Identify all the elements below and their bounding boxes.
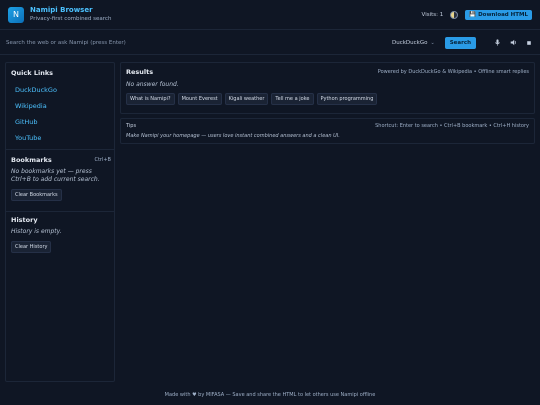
stop-icon[interactable] <box>524 38 534 48</box>
suggestion-chip[interactable]: Tell me a joke <box>271 93 314 105</box>
quick-link-wikipedia[interactable]: Wikipedia <box>11 102 111 110</box>
results-panel: Results Powered by DuckDuckGo & Wikipedi… <box>120 62 535 114</box>
sidebar: Quick Links DuckDuckGo Wikipedia GitHub … <box>5 62 115 382</box>
main-content: Results Powered by DuckDuckGo & Wikipedi… <box>120 62 535 382</box>
suggestion-chips: What is Namipi? Mount Everest Kigali wea… <box>126 93 529 105</box>
quick-link-github[interactable]: GitHub <box>11 118 111 126</box>
app-logo: N <box>8 6 24 23</box>
suggestion-chip[interactable]: Mount Everest <box>177 93 222 105</box>
header-actions: Visits: 1 💾 Download HTML <box>421 9 532 20</box>
suggestion-chip[interactable]: Kigali weather <box>224 93 269 105</box>
footer: Made with ♥ by MIFASA — Save and share t… <box>164 392 376 398</box>
powered-by-text: Powered by DuckDuckGo & Wikipedia • Offl… <box>377 69 529 75</box>
shortcut-hint: Shortcut: Enter to search • Ctrl+B bookm… <box>375 123 529 129</box>
tips-header: Tips Shortcut: Enter to search • Ctrl+B … <box>126 123 529 129</box>
history-title: History <box>11 216 38 224</box>
bookmarks-header: Bookmarks Ctrl+B <box>11 156 111 164</box>
divider <box>6 149 114 150</box>
history-empty-message: History is empty. <box>11 228 62 235</box>
engine-select[interactable]: DuckDuckGo ⌄ <box>392 40 435 46</box>
suggestion-chip[interactable]: What is Namipi? <box>126 93 175 105</box>
quick-links-section: Quick Links DuckDuckGo Wikipedia GitHub … <box>11 69 111 142</box>
app-title: Namipi Browser <box>30 6 93 14</box>
bookmarks-title: Bookmarks <box>11 156 52 164</box>
suggestion-chip[interactable]: Python programming <box>316 93 378 105</box>
brand: Namipi Browser Privacy-first combined se… <box>30 6 111 23</box>
download-icon: 💾 <box>469 11 477 18</box>
download-html-button[interactable]: 💾 Download HTML <box>465 9 532 20</box>
divider <box>6 211 114 212</box>
search-button[interactable]: Search <box>444 36 476 49</box>
speaker-icon[interactable] <box>508 38 518 48</box>
chevron-down-icon: ⌄ <box>430 39 435 46</box>
quick-links-title: Quick Links <box>11 69 54 77</box>
theme-toggle-icon[interactable] <box>450 10 459 19</box>
quick-link-duckduckgo[interactable]: DuckDuckGo <box>11 86 111 94</box>
search-bar: DuckDuckGo ⌄ Search <box>0 31 540 55</box>
clear-bookmarks-button[interactable]: Clear Bookmarks <box>11 189 62 201</box>
engine-label: DuckDuckGo <box>392 39 428 46</box>
bookmarks-empty-message: No bookmarks yet — press Ctrl+B to add c… <box>11 168 100 183</box>
bookmarks-shortcut: Ctrl+B <box>94 157 111 163</box>
visits-counter: Visits: 1 <box>421 11 444 18</box>
download-label: Download HTML <box>478 11 528 18</box>
tips-label: Tips <box>126 123 137 129</box>
results-header: Results Powered by DuckDuckGo & Wikipedi… <box>126 68 529 76</box>
bookmarks-section: Bookmarks Ctrl+B No bookmarks yet — pres… <box>11 156 111 201</box>
tip-text: Make Namipi your homepage — users love i… <box>126 133 340 139</box>
tips-panel: Tips Shortcut: Enter to search • Ctrl+B … <box>120 118 535 144</box>
clear-history-button[interactable]: Clear History <box>11 241 52 253</box>
search-input[interactable] <box>6 34 392 51</box>
history-section: History History is empty. Clear History <box>11 216 111 253</box>
app-header: N Namipi Browser Privacy-first combined … <box>0 0 540 30</box>
app-subtitle: Privacy-first combined search <box>30 16 112 22</box>
no-answer-message: No answer found. <box>126 81 179 88</box>
results-title: Results <box>126 68 154 76</box>
microphone-icon[interactable] <box>492 38 502 48</box>
quick-link-youtube[interactable]: YouTube <box>11 134 111 142</box>
